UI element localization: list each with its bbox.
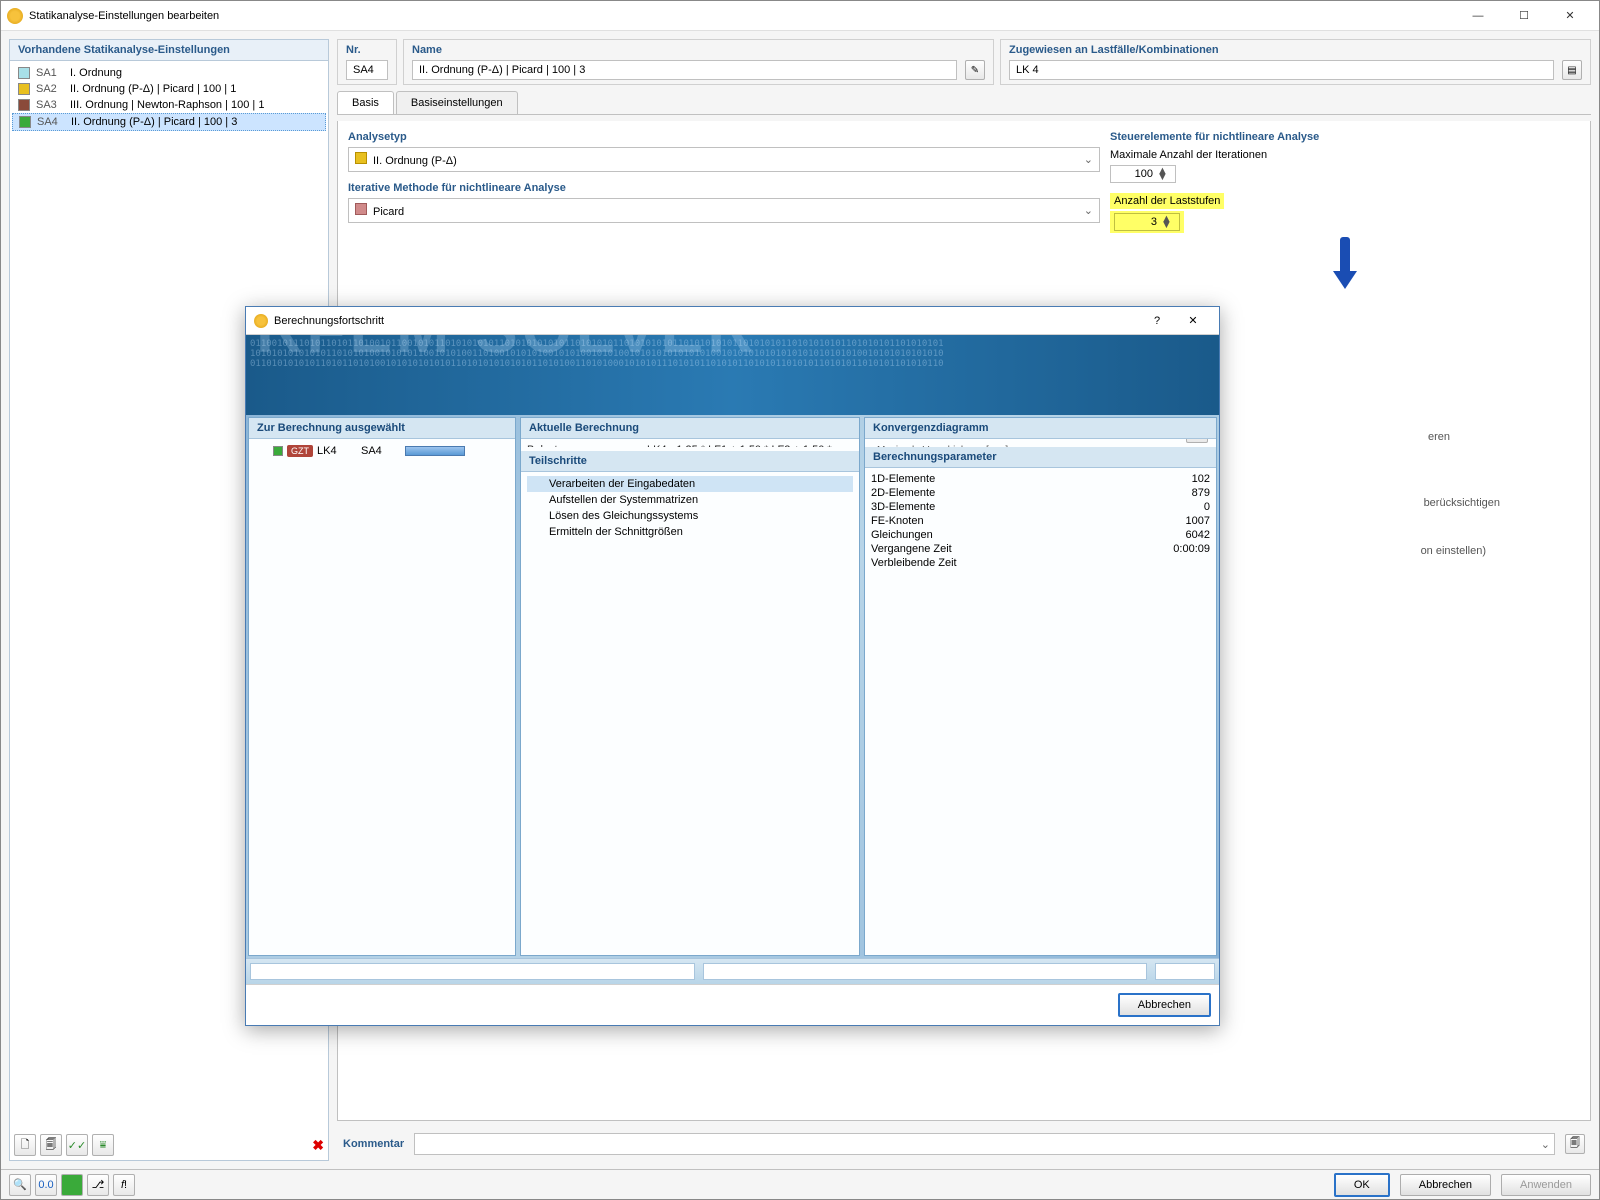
- tree-header: Vorhandene Statikanalyse-Einstellungen: [10, 40, 328, 61]
- max-iterations-label: Maximale Anzahl der Iterationen: [1110, 149, 1580, 161]
- substep-4: Ermitteln der Schnittgrößen: [527, 524, 853, 540]
- col-diagram-header: Konvergenzdiagramm: [865, 418, 1216, 439]
- status-bar: 🔍 0.0 ⎇ f! OK Abbrechen Anwenden: [1, 1169, 1599, 1199]
- params-header: Berechnungsparameter: [865, 447, 1216, 468]
- tree-item-sa1[interactable]: SA1 I. Ordnung: [12, 65, 326, 81]
- edit-name-button[interactable]: ✎: [965, 60, 985, 80]
- load-steps-label: Anzahl der Laststufen: [1110, 193, 1224, 209]
- color-swatch: [19, 116, 31, 128]
- color-swatch: [18, 83, 30, 95]
- substep-1: Verarbeiten der Eingabedaten: [527, 476, 853, 492]
- comment-input[interactable]: ⌄: [414, 1133, 1555, 1155]
- comment-picker-button[interactable]: 🗐: [1565, 1134, 1585, 1154]
- tab-basiseinstellungen[interactable]: Basiseinstellungen: [396, 91, 518, 114]
- annotation-arrow-icon: [1333, 237, 1357, 287]
- dialog-banner: RFEM SOLVER 0110010111010110101101001011…: [246, 335, 1219, 415]
- status-icon-5[interactable]: f!: [113, 1174, 135, 1196]
- minimize-button[interactable]: —: [1455, 2, 1501, 30]
- maximize-button[interactable]: ☐: [1501, 2, 1547, 30]
- progress-bar: [405, 446, 465, 456]
- color-swatch: [18, 67, 30, 79]
- load-steps-spinner[interactable]: ▲▼: [1114, 213, 1180, 231]
- ok-button[interactable]: OK: [1334, 1173, 1390, 1197]
- analysis-type-dropdown[interactable]: II. Ordnung (P-Δ) ⌄: [348, 147, 1100, 172]
- method-label: Iterative Methode für nichtlineare Analy…: [348, 182, 1100, 194]
- dialog-title: Berechnungsfortschritt: [274, 315, 1139, 327]
- app-icon: [7, 8, 23, 24]
- substeps-header: Teilschritte: [521, 451, 859, 472]
- nr-input[interactable]: SA4: [346, 60, 388, 80]
- cancel-button[interactable]: Abbrechen: [1400, 1174, 1491, 1196]
- status-icon-3[interactable]: [61, 1174, 83, 1196]
- close-button[interactable]: ✕: [1547, 2, 1593, 30]
- window-title: Statikanalyse-Einstellungen bearbeiten: [29, 10, 1455, 22]
- tab-bar: Basis Basiseinstellungen: [337, 91, 1591, 115]
- assigned-picker-button[interactable]: ▤: [1562, 60, 1582, 80]
- toolbar-button[interactable]: ⩸: [92, 1134, 114, 1156]
- chevron-down-icon: ⌄: [1084, 153, 1093, 166]
- assigned-input[interactable]: LK 4: [1009, 60, 1554, 80]
- tab-basis[interactable]: Basis: [337, 91, 394, 114]
- status-icon-4[interactable]: ⎇: [87, 1174, 109, 1196]
- col-selected-header: Zur Berechnung ausgewählt: [249, 418, 515, 439]
- assigned-field-group: Zugewiesen an Lastfälle/Kombinationen LK…: [1000, 39, 1591, 85]
- max-iterations-spinner[interactable]: ▲▼: [1110, 165, 1176, 183]
- dialog-cancel-button[interactable]: Abbrechen: [1118, 993, 1211, 1017]
- dialog-progress-row: [246, 958, 1219, 984]
- new-item-button[interactable]: 🗋: [14, 1134, 36, 1156]
- status-icon-2[interactable]: 0.0: [35, 1174, 57, 1196]
- substep-3: Lösen des Gleichungssystems: [527, 508, 853, 524]
- selected-row: GZT LK4 SA4: [255, 443, 509, 459]
- title-bar: Statikanalyse-Einstellungen bearbeiten —…: [1, 1, 1599, 31]
- name-input[interactable]: II. Ordnung (P-Δ) | Picard | 100 | 3: [412, 60, 957, 80]
- color-swatch: [18, 99, 30, 111]
- analysis-type-label: Analysetyp: [348, 131, 1100, 143]
- substep-2: Aufstellen der Systemmatrizen: [527, 492, 853, 508]
- zoom-chart-button[interactable]: 🔍: [1186, 439, 1208, 443]
- check-button[interactable]: ✓✓: [66, 1134, 88, 1156]
- controls-section-title: Steuerelemente für nichtlineare Analyse: [1110, 131, 1580, 143]
- name-field-group: Name II. Ordnung (P-Δ) | Picard | 100 | …: [403, 39, 994, 85]
- col-current-header: Aktuelle Berechnung: [521, 418, 859, 439]
- delete-button[interactable]: ✖: [312, 1137, 324, 1154]
- dialog-close-button[interactable]: ✕: [1175, 314, 1211, 327]
- apply-button[interactable]: Anwenden: [1501, 1174, 1591, 1196]
- status-icon-1[interactable]: 🔍: [9, 1174, 31, 1196]
- app-icon: [254, 314, 268, 328]
- method-dropdown[interactable]: Picard ⌄: [348, 198, 1100, 223]
- chevron-down-icon: ⌄: [1084, 204, 1093, 217]
- help-button[interactable]: ?: [1139, 315, 1175, 327]
- tree-item-sa2[interactable]: SA2 II. Ordnung (P-Δ) | Picard | 100 | 1: [12, 81, 326, 97]
- tree-item-sa4[interactable]: SA4 II. Ordnung (P-Δ) | Picard | 100 | 3: [12, 113, 326, 131]
- copy-item-button[interactable]: 🗐: [40, 1134, 62, 1156]
- tree-item-sa3[interactable]: SA3 III. Ordnung | Newton-Raphson | 100 …: [12, 97, 326, 113]
- progress-dialog: Berechnungsfortschritt ? ✕ RFEM SOLVER 0…: [245, 306, 1220, 1026]
- comment-row: Kommentar ⌄ 🗐: [337, 1127, 1591, 1161]
- nr-field-group: Nr. SA4: [337, 39, 397, 85]
